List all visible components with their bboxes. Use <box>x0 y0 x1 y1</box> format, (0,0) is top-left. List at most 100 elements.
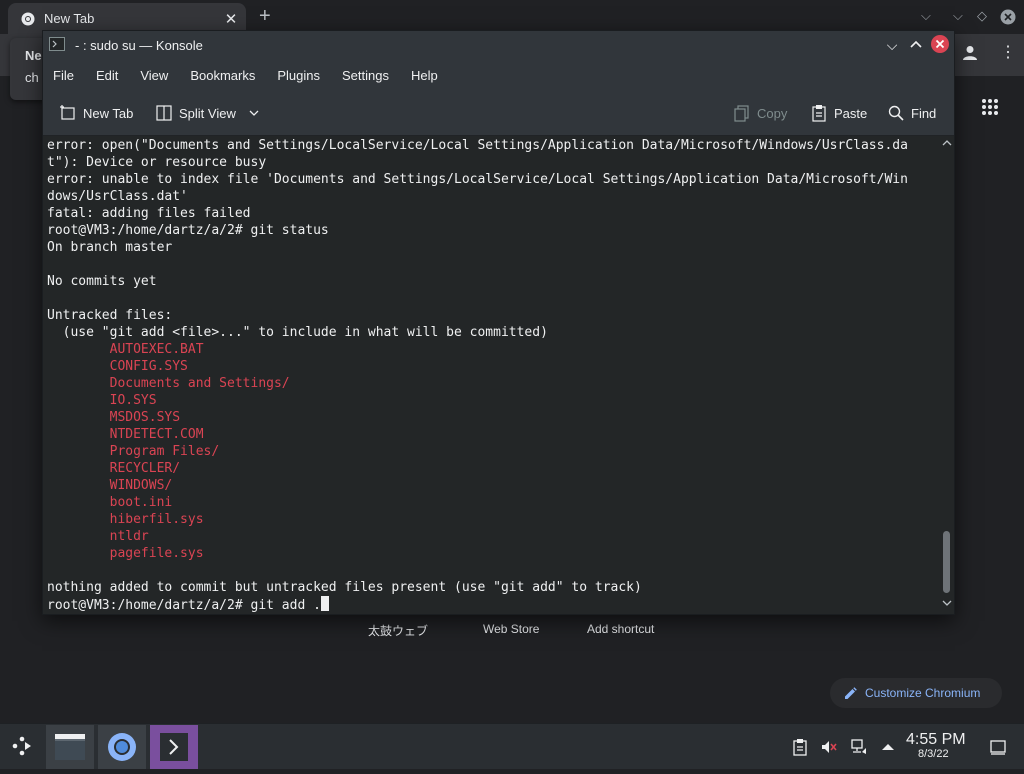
copy-button[interactable]: Copy <box>733 103 787 123</box>
konsole-menubar: File Edit View Bookmarks Plugins Setting… <box>43 59 954 91</box>
chromium-icon <box>108 733 136 761</box>
menu-settings[interactable]: Settings <box>331 68 400 83</box>
application-launcher-icon[interactable] <box>10 734 34 758</box>
clock-date[interactable]: 8/3/22 <box>918 748 949 760</box>
terminal-line: CONFIG.SYS <box>47 359 188 374</box>
terminal-line: NTDETECT.COM <box>47 427 204 442</box>
terminal-line: pagefile.sys <box>47 546 204 561</box>
konsole-minimize-icon[interactable]: ⌵ <box>883 36 901 54</box>
taskbar <box>0 723 1024 769</box>
volume-muted-icon[interactable] <box>820 738 838 756</box>
terminal-line: Untracked files: <box>47 308 173 323</box>
new-tab-button[interactable]: New Tab <box>59 103 133 123</box>
taskbar-app-konsole[interactable] <box>150 725 198 769</box>
clipboard-icon[interactable] <box>791 738 809 756</box>
menu-plugins[interactable]: Plugins <box>266 68 331 83</box>
konsole-icon <box>160 733 188 761</box>
maximize-icon[interactable]: ◇ <box>977 8 987 24</box>
terminal-line: fatal: adding files failed <box>47 206 251 221</box>
new-tab-label: New Tab <box>83 105 134 121</box>
terminal-line: t"): Device or resource busy <box>47 155 267 170</box>
split-view-label: Split View <box>179 105 236 121</box>
shortcut-web-store[interactable]: Web Store <box>483 622 539 636</box>
chrome-tab-close-icon[interactable]: ✕ <box>220 10 242 28</box>
paste-button[interactable]: Paste <box>810 103 867 123</box>
suggestion-subtitle: ch <box>25 70 39 85</box>
menu-bookmarks[interactable]: Bookmarks <box>179 68 266 83</box>
taskbar-app-file-manager[interactable] <box>46 725 94 769</box>
terminal-line: dows/UsrClass.dat' <box>47 189 188 204</box>
terminal-line: error: unable to index file 'Documents a… <box>47 172 908 187</box>
new-tab-plus-icon[interactable]: + <box>259 5 271 28</box>
terminal-line: WINDOWS/ <box>47 478 173 493</box>
menu-help[interactable]: Help <box>400 68 449 83</box>
terminal-scrollbar[interactable] <box>939 136 954 614</box>
terminal-line: boot.ini <box>47 495 173 510</box>
terminal-prompt-line[interactable]: root@VM3:/home/dartz/a/2# git add . <box>47 596 935 613</box>
terminal-line: AUTOEXEC.BAT <box>47 342 204 357</box>
konsole-window: - : sudo su — Konsole ⌵ File Edit View B… <box>42 30 955 615</box>
profile-icon[interactable] <box>961 44 979 62</box>
split-view-button[interactable]: Split View <box>155 103 266 123</box>
paste-label: Paste <box>834 105 868 121</box>
terminal-line: ntldr <box>47 529 149 544</box>
terminal-prompt: root@VM3:/home/dartz/a/2# git add . <box>47 598 321 613</box>
konsole-window-title: - : sudo su — Konsole <box>75 38 203 53</box>
chrome-menu-icon[interactable]: ⋮ <box>1000 44 1016 62</box>
terminal-line: root@VM3:/home/dartz/a/2# git status <box>47 223 329 238</box>
split-view-icon <box>156 105 172 121</box>
customize-chromium-button[interactable]: Customize Chromium <box>830 678 1002 708</box>
terminal-line: On branch master <box>47 240 173 255</box>
suggestion-title: Ne <box>25 48 42 63</box>
scroll-up-icon[interactable] <box>939 138 954 152</box>
terminal-cursor <box>320 596 329 611</box>
konsole-app-icon <box>49 37 65 51</box>
terminal-line: nothing added to commit but untracked fi… <box>47 580 642 595</box>
tab-search-icon[interactable]: ⌵ <box>921 8 931 24</box>
clock-time[interactable]: 4:55 PM <box>906 731 966 749</box>
find-button[interactable]: Find <box>887 103 936 123</box>
scroll-down-icon[interactable] <box>939 598 954 612</box>
chrome-tab-title: New Tab <box>44 11 95 26</box>
terminal-line: Program Files/ <box>47 444 220 459</box>
pencil-icon <box>845 686 857 699</box>
terminal-line: MSDOS.SYS <box>47 410 181 425</box>
terminal-line: (use "git add <file>..." to include in w… <box>47 325 548 340</box>
show-desktop-icon[interactable] <box>989 738 1007 756</box>
chrome-close-icon[interactable] <box>1000 9 1016 25</box>
paste-icon <box>812 105 826 122</box>
tray-expand-icon[interactable] <box>879 738 897 756</box>
network-icon[interactable] <box>850 738 868 756</box>
konsole-titlebar[interactable]: - : sudo su — Konsole ⌵ <box>43 31 954 59</box>
new-tab-icon <box>60 105 75 120</box>
copy-icon <box>734 105 749 122</box>
menu-view[interactable]: View <box>129 68 179 83</box>
konsole-maximize-icon[interactable] <box>907 36 925 54</box>
menu-edit[interactable]: Edit <box>85 68 129 83</box>
chevron-down-icon[interactable] <box>248 107 260 119</box>
konsole-toolbar: New Tab Split View Copy Paste Find <box>43 91 954 136</box>
file-manager-icon <box>55 734 85 760</box>
find-label: Find <box>911 105 937 121</box>
minimize-icon[interactable]: ⌵ <box>953 8 963 24</box>
terminal-output: error: open("Documents and Settings/Loca… <box>47 137 935 613</box>
taskbar-app-chromium[interactable] <box>98 725 146 769</box>
terminal-view[interactable]: error: open("Documents and Settings/Loca… <box>43 136 939 614</box>
shortcut-taiko-web[interactable]: 太鼓ウェブ <box>368 622 428 639</box>
scrollbar-thumb[interactable] <box>943 531 950 593</box>
terminal-line: Documents and Settings/ <box>47 376 290 391</box>
terminal-line: hiberfil.sys <box>47 512 204 527</box>
customize-chromium-label: Customize Chromium <box>865 686 981 700</box>
terminal-line: IO.SYS <box>47 393 157 408</box>
konsole-close-icon[interactable] <box>931 35 949 53</box>
shortcut-add[interactable]: Add shortcut <box>587 622 654 636</box>
search-icon <box>888 105 904 121</box>
apps-grid-icon[interactable] <box>981 98 999 116</box>
terminal-line: error: open("Documents and Settings/Loca… <box>47 138 908 153</box>
chromium-favicon-icon <box>21 12 35 25</box>
terminal-line: No commits yet <box>47 274 157 289</box>
terminal-line: RECYCLER/ <box>47 461 181 476</box>
menu-file[interactable]: File <box>43 68 85 83</box>
